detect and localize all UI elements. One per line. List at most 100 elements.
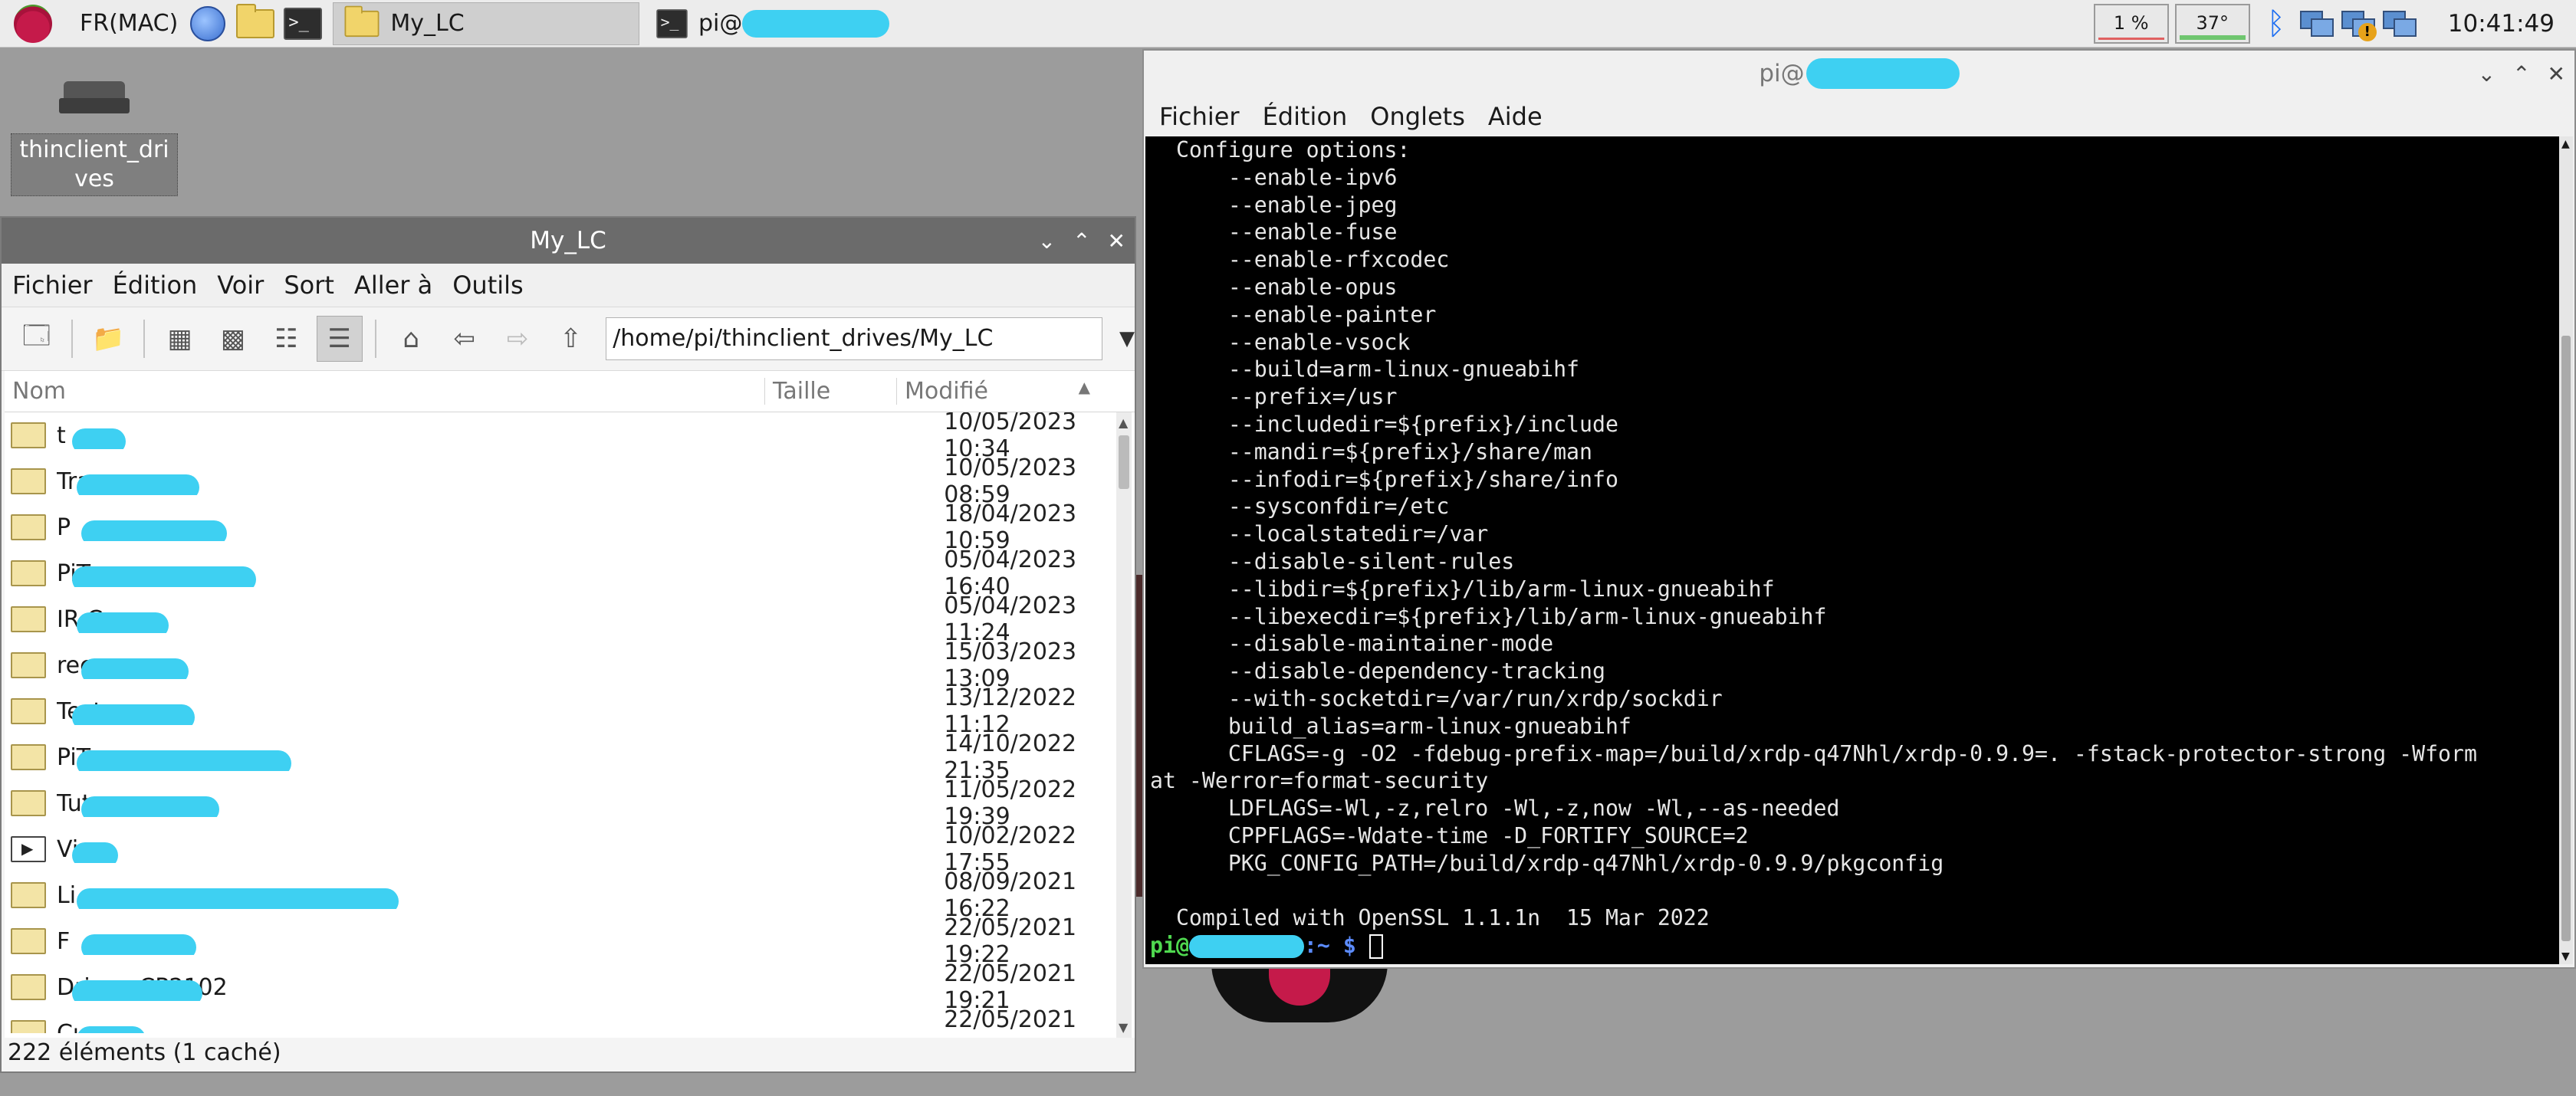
maximize-icon[interactable]: ⌃ xyxy=(1073,228,1090,254)
column-header-modified[interactable]: Modifié ▲ xyxy=(897,378,1104,405)
menu-edit[interactable]: Édition xyxy=(1263,102,1348,131)
table-row[interactable]: Test13/12/2022 11:12 xyxy=(5,684,1135,738)
terminal-launcher[interactable]: >_ xyxy=(279,0,327,48)
table-row[interactable]: Tut 11/05/2022 19:39 xyxy=(5,776,1135,830)
menu-edit[interactable]: Édition xyxy=(113,271,198,300)
menu-help[interactable]: Aide xyxy=(1488,102,1543,131)
keyboard-layout-indicator[interactable]: FR(MAC) xyxy=(66,10,184,37)
folder-icon xyxy=(11,974,46,1000)
menu-view[interactable]: Voir xyxy=(217,271,264,300)
scroll-up-icon[interactable]: ▲ xyxy=(2561,138,2570,150)
menu-file[interactable]: Fichier xyxy=(12,271,93,300)
scroll-up-icon[interactable]: ▲ xyxy=(1119,415,1128,430)
menu-tabs[interactable]: Onglets xyxy=(1370,102,1465,131)
column-header-size[interactable]: Taille xyxy=(765,378,897,405)
table-row[interactable]: PiT05/04/2023 16:40 xyxy=(5,546,1135,600)
column-header-name[interactable]: Nom xyxy=(5,378,765,405)
main-menu-button[interactable] xyxy=(0,0,66,48)
task-button-terminal[interactable]: >_ pi@ xyxy=(646,2,899,45)
up-arrow-icon[interactable]: ⇧ xyxy=(548,316,593,362)
maximize-icon[interactable]: ⌃ xyxy=(2512,61,2530,87)
terminal-output[interactable]: Configure options: --enable-ipv6 --enabl… xyxy=(1145,136,2562,964)
home-icon[interactable]: ⌂ xyxy=(389,316,434,362)
scroll-down-icon[interactable]: ▼ xyxy=(2561,950,2570,963)
detailed-list-view-icon[interactable]: ☰ xyxy=(317,316,363,362)
toolbar: 🗔 📁 ▦ ▩ ☷ ☰ ⌂ ⇦ ⇨ ⇧ /home/pi/thinclient_… xyxy=(2,307,1135,371)
menu-file[interactable]: Fichier xyxy=(1159,102,1240,131)
redaction-mark xyxy=(72,428,126,449)
minimize-icon[interactable]: ⌄ xyxy=(1038,228,1056,254)
file-name: Vi xyxy=(57,836,938,863)
new-folder-icon[interactable]: 📁 xyxy=(85,316,130,362)
back-arrow-icon[interactable]: ⇦ xyxy=(442,316,487,362)
table-row[interactable]: Li 08/09/2021 16:22 xyxy=(5,868,1135,922)
chevron-down-icon[interactable]: ▼ xyxy=(1119,327,1135,350)
redaction-mark xyxy=(77,474,199,495)
file-modified-date: 22/05/2021 19:21 xyxy=(944,1006,1077,1033)
file-name: t xyxy=(57,422,938,449)
table-row[interactable]: recu15/03/2023 13:09 xyxy=(5,638,1135,692)
close-icon[interactable]: ✕ xyxy=(1108,228,1125,254)
table-row[interactable]: IR-C05/04/2023 11:24 xyxy=(5,592,1135,646)
folder-icon xyxy=(11,928,46,954)
folder-icon xyxy=(236,3,275,38)
table-row[interactable]: Cu 22/05/2021 19:21 xyxy=(5,1006,1135,1033)
terminal-icon: >_ xyxy=(284,7,323,40)
window-titlebar[interactable]: My_LC ⌄ ⌃ ✕ xyxy=(2,218,1135,264)
forward-arrow-icon[interactable]: ⇨ xyxy=(495,316,540,362)
bluetooth-icon[interactable]: ᛒ xyxy=(2261,4,2292,44)
scrollbar-thumb[interactable] xyxy=(2561,336,2571,941)
terminal-window: pi@ ⌄ ⌃ ✕ Fichier Édition Onglets Aide C… xyxy=(1142,49,2576,969)
window-title: My_LC xyxy=(530,227,606,254)
path-input[interactable]: /home/pi/thinclient_drives/My_LC xyxy=(606,317,1102,360)
window-title: pi@ xyxy=(1759,60,1805,87)
file-name: F xyxy=(57,928,938,955)
icon-view-icon[interactable]: ▦ xyxy=(157,316,202,362)
table-row[interactable]: PiT 14/10/2022 21:35 xyxy=(5,730,1135,784)
file-rows: t10/05/2023 10:34Trans10/05/2023 08:59P1… xyxy=(5,412,1135,1033)
video-file-icon xyxy=(11,836,46,862)
network-warning-icon[interactable]: ! xyxy=(2340,6,2377,41)
redaction-mark xyxy=(81,658,189,679)
taskbar: FR(MAC) >_ My_LC >_ pi@ 1 % 37° ᛒ ! 10:4… xyxy=(0,0,2576,48)
window-titlebar[interactable]: pi@ ⌄ ⌃ ✕ xyxy=(1144,51,2574,97)
table-row[interactable]: t 10/05/2023 10:34 xyxy=(5,412,1135,462)
redaction-mark xyxy=(81,520,227,541)
table-row[interactable]: P 18/04/2023 10:59 xyxy=(5,500,1135,554)
close-icon[interactable]: ✕ xyxy=(2548,61,2565,87)
warning-icon: ! xyxy=(2358,23,2377,41)
text-cursor xyxy=(1368,934,1383,960)
clock[interactable]: 10:41:49 xyxy=(2420,10,2576,38)
browser-launcher[interactable] xyxy=(184,0,232,48)
task-button-file-manager[interactable]: My_LC xyxy=(333,2,640,45)
file-manager-launcher[interactable] xyxy=(232,0,279,48)
minimize-icon[interactable]: ⌄ xyxy=(2478,61,2496,87)
list-header: Nom Taille Modifié ▲ xyxy=(5,371,1135,412)
cpu-monitor[interactable]: 1 % xyxy=(2093,4,2169,44)
menu-tools[interactable]: Outils xyxy=(452,271,523,300)
table-row[interactable]: Vi10/02/2022 17:55 xyxy=(5,822,1135,876)
separator xyxy=(143,320,145,358)
temperature-value: 37° xyxy=(2196,12,2229,34)
column-header-modified-label: Modifié xyxy=(905,378,988,405)
scrollbar-thumb[interactable] xyxy=(1119,435,1129,489)
redaction-mark xyxy=(77,750,291,771)
thumbnail-view-icon[interactable]: ▩ xyxy=(210,316,255,362)
redaction-mark xyxy=(742,9,890,38)
menu-sort[interactable]: Sort xyxy=(284,271,334,300)
desktop-icon-thinclient-drives[interactable]: thinclient_drives xyxy=(11,71,178,196)
vertical-scrollbar[interactable]: ▲ ▼ xyxy=(1116,412,1132,1038)
table-row[interactable]: Trans10/05/2023 08:59 xyxy=(5,454,1135,508)
menu-go[interactable]: Aller à xyxy=(354,271,432,300)
temperature-monitor[interactable]: 37° xyxy=(2174,4,2250,44)
scroll-down-icon[interactable]: ▼ xyxy=(1119,1020,1128,1035)
terminal-scrollbar[interactable]: ▲ ▼ xyxy=(2559,136,2573,964)
table-row[interactable]: F 22/05/2021 19:22 xyxy=(5,914,1135,968)
compact-view-icon[interactable]: ☷ xyxy=(264,316,309,362)
network-icon[interactable] xyxy=(2298,6,2335,41)
table-row[interactable]: Driver_CP210222/05/2021 19:21 xyxy=(5,960,1135,1014)
new-window-icon[interactable]: 🗔 xyxy=(14,316,59,362)
sort-ascending-icon: ▲ xyxy=(1078,378,1090,396)
task-label: pi@ xyxy=(698,10,743,37)
wired-network-icon[interactable] xyxy=(2381,6,2418,41)
